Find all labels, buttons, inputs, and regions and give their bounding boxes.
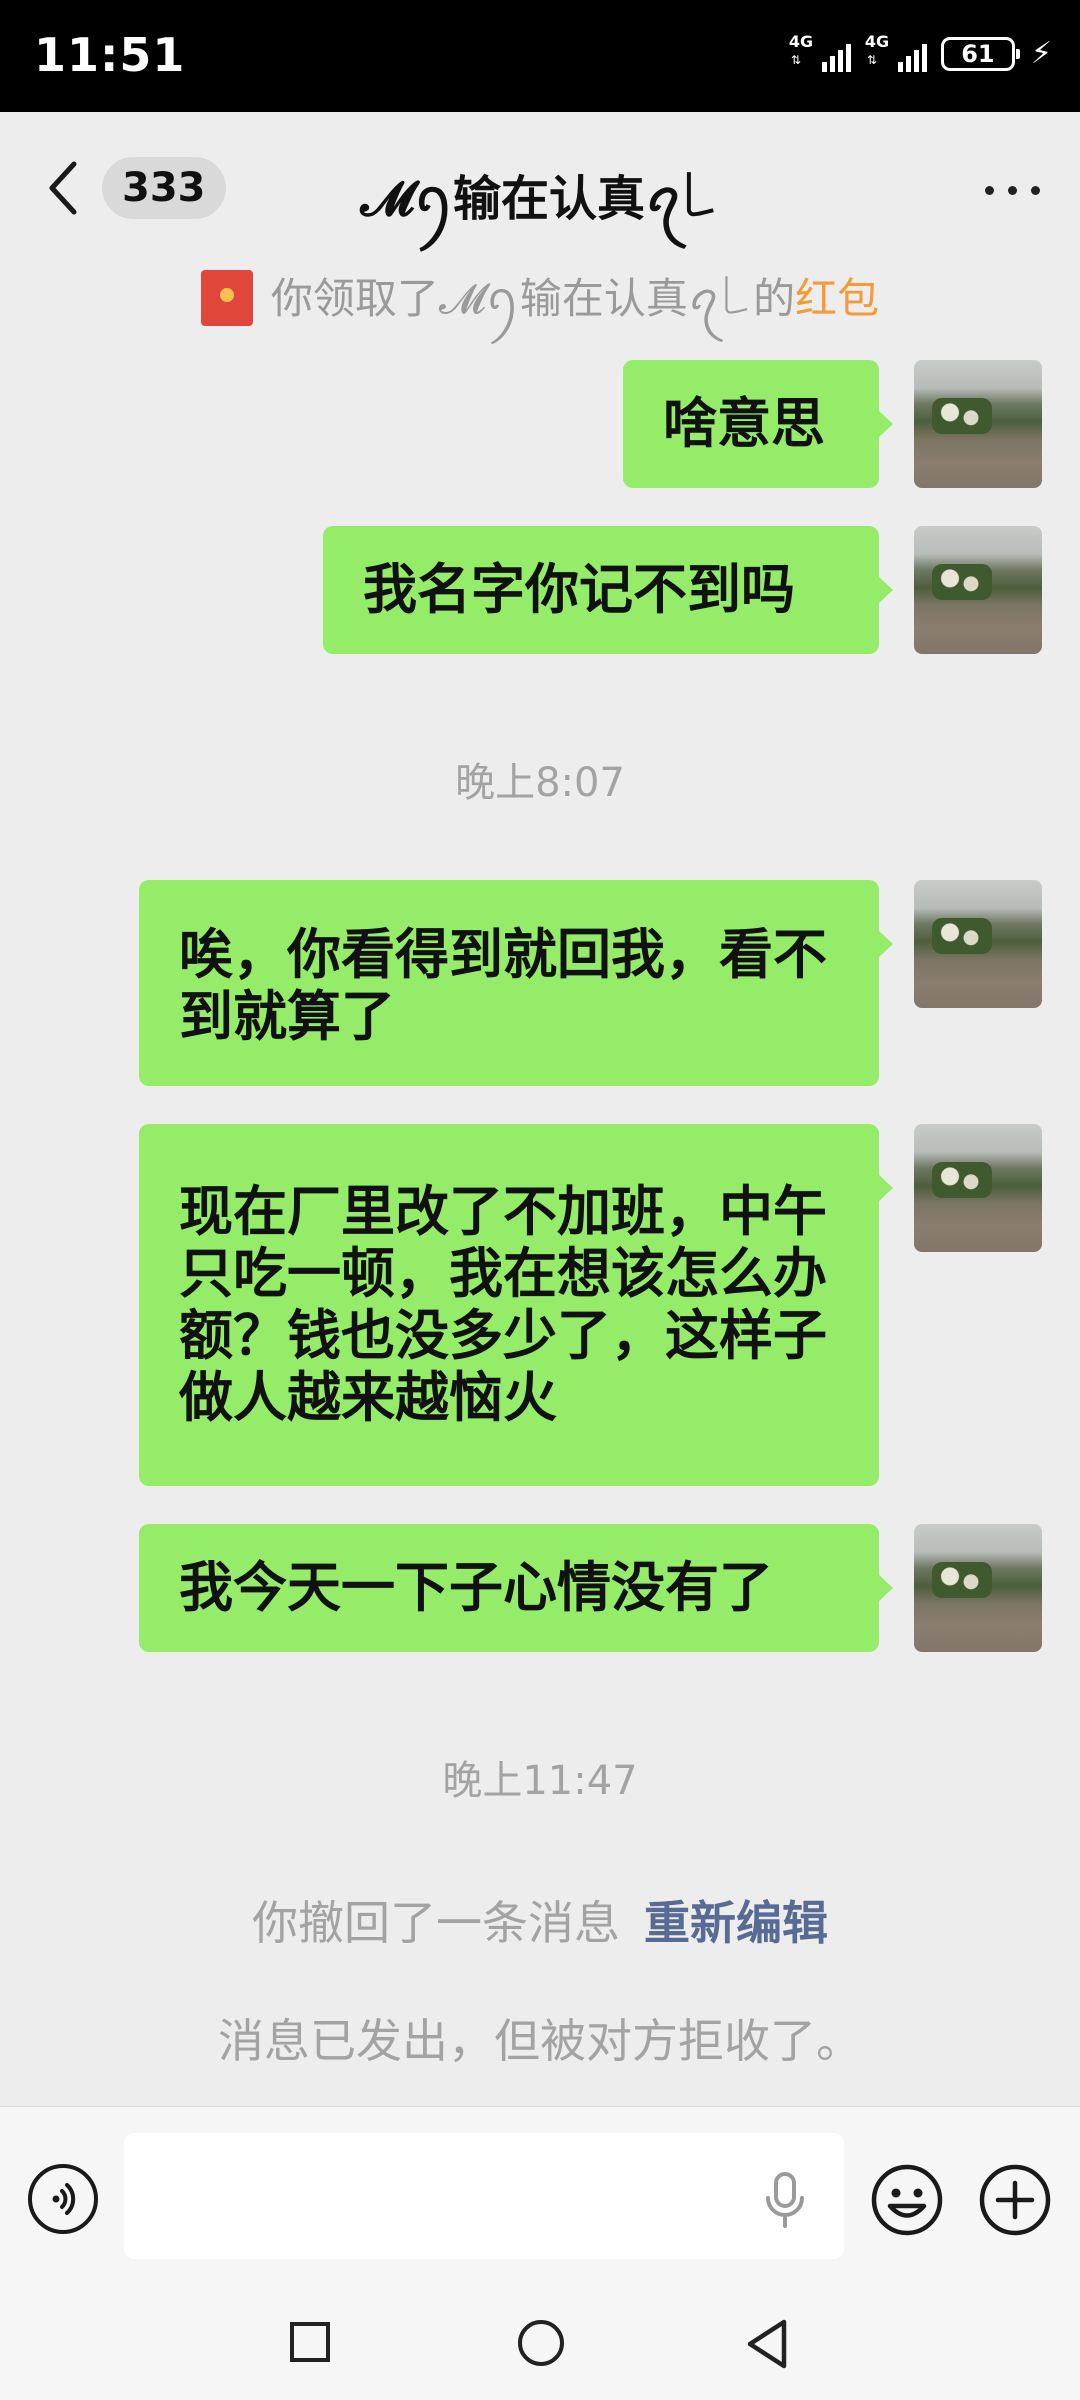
avatar[interactable] [914, 526, 1042, 654]
avatar[interactable] [914, 1124, 1042, 1252]
message-text: 我今天一下子心情没有了 [179, 1556, 773, 1619]
message-text: 现在厂里改了不加班，中午只吃一顿，我在想该怎么办额？钱也没多少了，这样子做人越来… [179, 1180, 827, 1429]
more-functions-button[interactable] [978, 2163, 1052, 2237]
message-bubble[interactable]: 现在厂里改了不加班，中午只吃一顿，我在想该怎么办额？钱也没多少了，这样子做人越来… [139, 1124, 893, 1486]
red-packet-notice: 你领取了𝓜ꪆ输在认真ꪖ꒒的红包 [0, 258, 1080, 346]
recall-notice: 你撤回了一条消息 重新编辑 [0, 1887, 1080, 1953]
emoji-icon [871, 2164, 943, 2236]
chevron-left-icon [49, 161, 77, 215]
emoji-button[interactable] [870, 2163, 944, 2237]
signal-icon-2: 4G ⇅ [865, 34, 927, 74]
message-text: 我名字你记不到吗 [363, 558, 795, 621]
red-packet-notice-text: 你领取了𝓜ꪆ输在认真ꪖ꒒的 [270, 274, 796, 323]
message-input[interactable] [124, 2133, 844, 2259]
system-navigation-bar [0, 2292, 1080, 2400]
time-label: 晚上11:47 [442, 1758, 638, 1804]
time-label: 晚上8:07 [455, 760, 625, 806]
more-dots-icon [985, 185, 994, 195]
triangle-back-icon [747, 2319, 787, 2369]
message-text: 啥意思 [663, 392, 825, 455]
home-button[interactable] [518, 2320, 564, 2366]
mic-button[interactable] [762, 2170, 808, 2230]
re-edit-link[interactable]: 重新编辑 [644, 1896, 828, 1950]
voice-button[interactable] [28, 2164, 98, 2234]
network-type-label: 4G [788, 32, 814, 51]
message-bubble[interactable]: 啥意思 [623, 360, 893, 488]
battery-icon: 61 [940, 37, 1020, 71]
avatar[interactable] [914, 360, 1042, 488]
status-icons: 4G ⇅ 4G ⇅ 61 ⚡ [789, 34, 1052, 74]
back-button[interactable] [44, 158, 84, 218]
avatar[interactable] [914, 1524, 1042, 1652]
red-packet-icon [200, 269, 253, 326]
input-bar [0, 2106, 1080, 2293]
recent-apps-button[interactable] [290, 2322, 330, 2362]
message-bubble[interactable]: 我名字你记不到吗 [323, 526, 893, 654]
rejected-notice: 消息已发出，但被对方拒收了。 [218, 2014, 862, 2068]
chat-header: 333 𝓜ꪆ输在认真ꪖ꒒ [0, 112, 1080, 264]
voice-icon [52, 2183, 76, 2215]
avatar[interactable] [914, 880, 1042, 1008]
message-text: 唉，你看得到就回我，看不到就算了 [179, 923, 827, 1048]
system-back-button[interactable] [744, 2318, 790, 2370]
message-bubble[interactable]: 唉，你看得到就回我，看不到就算了 [139, 880, 893, 1086]
status-time: 11:51 [34, 28, 186, 82]
message-bubble[interactable]: 我今天一下子心情没有了 [139, 1524, 893, 1652]
mic-icon [766, 2172, 804, 2228]
red-packet-link[interactable]: 红包 [795, 274, 879, 323]
charging-icon: ⚡ [1030, 36, 1052, 71]
chat-title: 𝓜ꪆ输在认真ꪖ꒒ [360, 171, 720, 227]
network-type-label-2: 4G [864, 32, 890, 51]
signal-icon: 4G ⇅ [789, 34, 851, 74]
battery-level: 61 [961, 40, 995, 68]
recall-text: 你撤回了一条消息 [252, 1896, 620, 1950]
status-bar: 11:51 4G ⇅ 4G ⇅ 61 ⚡ [0, 0, 1080, 112]
more-button[interactable] [985, 170, 1040, 210]
plus-icon [979, 2164, 1051, 2236]
